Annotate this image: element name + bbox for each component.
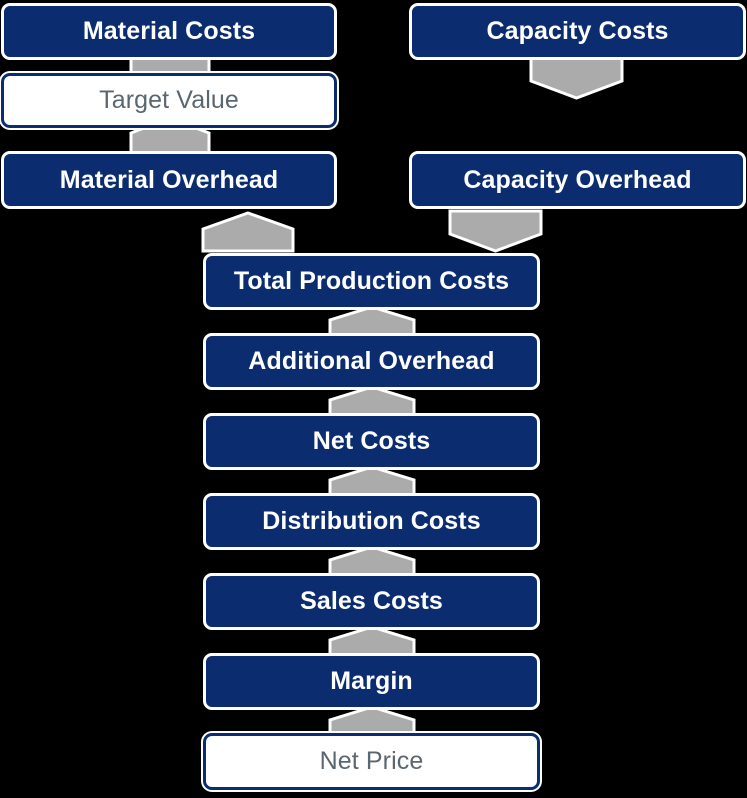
node-total-production-costs[interactable]: Total Production Costs — [203, 253, 540, 310]
node-net-costs[interactable]: Net Costs — [203, 413, 540, 470]
arrow-shape — [448, 209, 543, 253]
node-label-sales-costs: Sales Costs — [300, 587, 443, 616]
node-material-costs[interactable]: Material Costs — [1, 3, 337, 60]
arrow-shape — [529, 56, 624, 100]
node-capacity-costs[interactable]: Capacity Costs — [409, 3, 746, 60]
node-capacity-overhead[interactable]: Capacity Overhead — [409, 151, 746, 209]
node-material-overhead[interactable]: Material Overhead — [1, 151, 337, 209]
node-label-capacity-costs: Capacity Costs — [486, 17, 669, 46]
node-label-total-production-costs: Total Production Costs — [233, 267, 510, 296]
connector-arrow-material-overhead-to-total-production — [201, 211, 295, 253]
node-label-material-overhead: Material Overhead — [59, 165, 279, 194]
node-label-net-costs: Net Costs — [312, 427, 431, 456]
connector-arrow-capacity-overhead-to-total-production — [448, 209, 543, 253]
node-net-price[interactable]: Net Price — [203, 733, 540, 790]
node-label-material-costs: Material Costs — [82, 17, 256, 46]
arrow-shape — [201, 211, 295, 253]
node-additional-overhead[interactable]: Additional Overhead — [203, 333, 540, 390]
node-label-target-value: Target Value — [99, 86, 239, 115]
node-label-capacity-overhead: Capacity Overhead — [463, 165, 692, 194]
node-sales-costs[interactable]: Sales Costs — [203, 573, 540, 630]
node-label-margin: Margin — [330, 667, 413, 696]
node-label-net-price: Net Price — [319, 747, 424, 776]
node-distribution-costs[interactable]: Distribution Costs — [203, 493, 540, 550]
node-label-distribution-costs: Distribution Costs — [262, 507, 481, 536]
node-label-additional-overhead: Additional Overhead — [248, 347, 495, 376]
node-margin[interactable]: Margin — [203, 653, 540, 710]
connector-arrow-capacity-costs-to-capacity-overhead — [529, 56, 624, 100]
node-target-value[interactable]: Target Value — [1, 73, 337, 128]
diagram-canvas: Material Costs Target Value Material Overh… — [0, 0, 747, 798]
